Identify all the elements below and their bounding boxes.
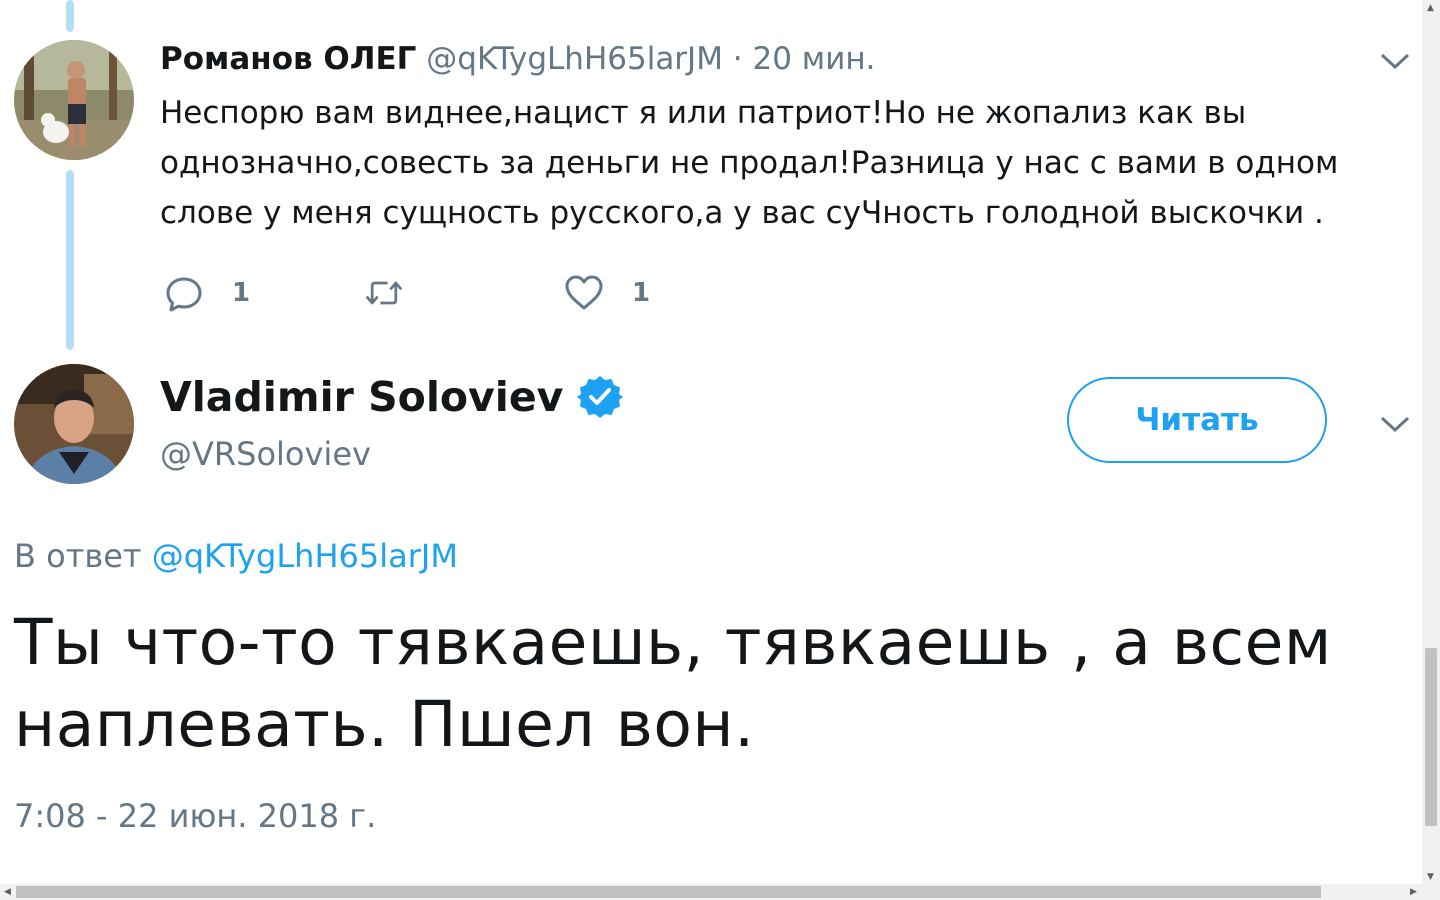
scroll-up-arrow-icon[interactable]: ▲ [1427, 3, 1434, 13]
thread-line-top [66, 0, 74, 32]
chevron-down-icon[interactable] [1380, 51, 1410, 71]
vertical-scrollbar[interactable]: ▲ ▼ [1422, 0, 1440, 884]
reply-icon [166, 277, 202, 312]
main-author-name-text[interactable]: Vladimir Soloviev [160, 372, 563, 422]
reply-author-avatar[interactable] [14, 40, 134, 160]
main-author-avatar[interactable] [14, 364, 134, 484]
horizontal-scroll-thumb[interactable] [16, 886, 1321, 898]
scroll-right-arrow-icon[interactable]: ▶ [1410, 887, 1417, 897]
main-text-line: Ты что-то тявкаешь, тявкаешь , а всем [14, 606, 1332, 679]
scroll-left-arrow-icon[interactable]: ◀ [4, 887, 11, 897]
like-action[interactable]: 1 [564, 270, 650, 316]
reply-author-handle-time[interactable]: @qKTygLhH65larJM · 20 мин. [426, 41, 875, 77]
reply-text-line: однозначно,совесть за деньги не продал!Р… [160, 145, 1339, 181]
thread-line-bottom [66, 170, 74, 350]
reply-count: 1 [232, 278, 251, 308]
scroll-down-arrow-icon[interactable]: ▼ [1427, 872, 1434, 882]
tweet-timestamp[interactable]: 7:08 - 22 июн. 2018 г. [14, 796, 376, 836]
reply-text-line: Неспорю вам виднее,нацист я или патриот!… [160, 95, 1247, 131]
like-count: 1 [632, 278, 651, 308]
reply-author-name[interactable]: Романов ОЛЕГ [160, 41, 416, 77]
chevron-down-icon[interactable] [1380, 414, 1410, 434]
vertical-scroll-thumb[interactable] [1425, 648, 1437, 826]
reply-text-line: слове у меня сущность русского,а у вас с… [160, 195, 1324, 231]
reply-to-line: В ответ @qKTygLhH65larJM [14, 536, 458, 576]
horizontal-scrollbar[interactable]: ◀ ▶ [0, 884, 1440, 900]
like-icon [565, 275, 603, 310]
main-author-handle[interactable]: @VRSoloviev [160, 434, 371, 474]
reply-to-handle-link[interactable]: @qKTygLhH65larJM [152, 537, 458, 575]
main-text-line: наплевать. Пшел вон. [14, 688, 755, 761]
follow-button[interactable]: Читать [1067, 377, 1327, 463]
main-author-name[interactable]: Vladimir Soloviev [160, 372, 624, 422]
main-tweet-text: Ты что-то тявкаешь, тявкаешь , а всем на… [14, 602, 1394, 766]
verified-badge-icon [577, 376, 624, 418]
reply-tweet-text: Неспорю вам виднее,нацист я или патриот!… [160, 88, 1360, 238]
reply-to-prefix: В ответ [14, 537, 142, 575]
reply-action[interactable]: 1 [164, 270, 250, 316]
retweet-icon [365, 281, 403, 305]
reply-tweet-header: Романов ОЛЕГ @qKTygLhH65larJM · 20 мин. [160, 38, 875, 80]
retweet-action[interactable] [364, 270, 404, 316]
